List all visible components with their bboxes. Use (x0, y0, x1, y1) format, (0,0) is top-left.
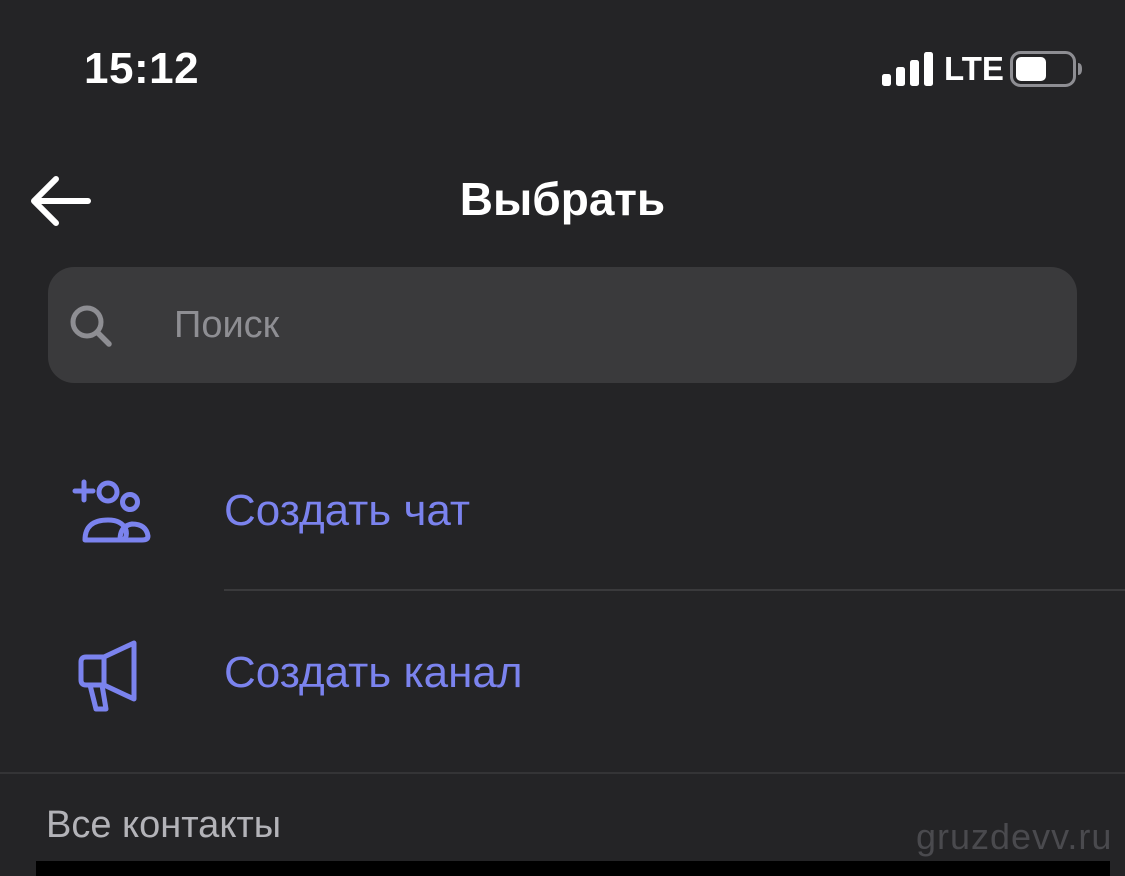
cellular-signal-icon (882, 52, 933, 86)
create-chat-button[interactable]: Создать чат (0, 432, 1125, 592)
search-bar[interactable] (48, 267, 1077, 383)
add-group-icon (72, 479, 151, 543)
status-time: 15:12 (84, 44, 200, 93)
section-header: Все контакты (46, 804, 282, 846)
battery-icon (1010, 51, 1082, 87)
page-title: Выбрать (459, 173, 666, 225)
status-bar: 15:12 LTE (0, 0, 1125, 140)
section-divider (0, 772, 1125, 774)
navigation-bar: Выбрать (0, 150, 1125, 250)
create-channel-button[interactable]: Создать канал (0, 593, 1125, 753)
divider (224, 589, 1125, 591)
watermark: gruzdevv.ru (916, 816, 1113, 857)
create-channel-label: Создать канал (224, 648, 523, 697)
network-type: LTE (944, 50, 1004, 87)
search-icon (70, 305, 112, 347)
contact-list-top (36, 861, 1110, 876)
megaphone-icon (78, 640, 137, 712)
create-chat-label: Создать чат (224, 486, 471, 535)
search-input[interactable] (174, 267, 1054, 383)
